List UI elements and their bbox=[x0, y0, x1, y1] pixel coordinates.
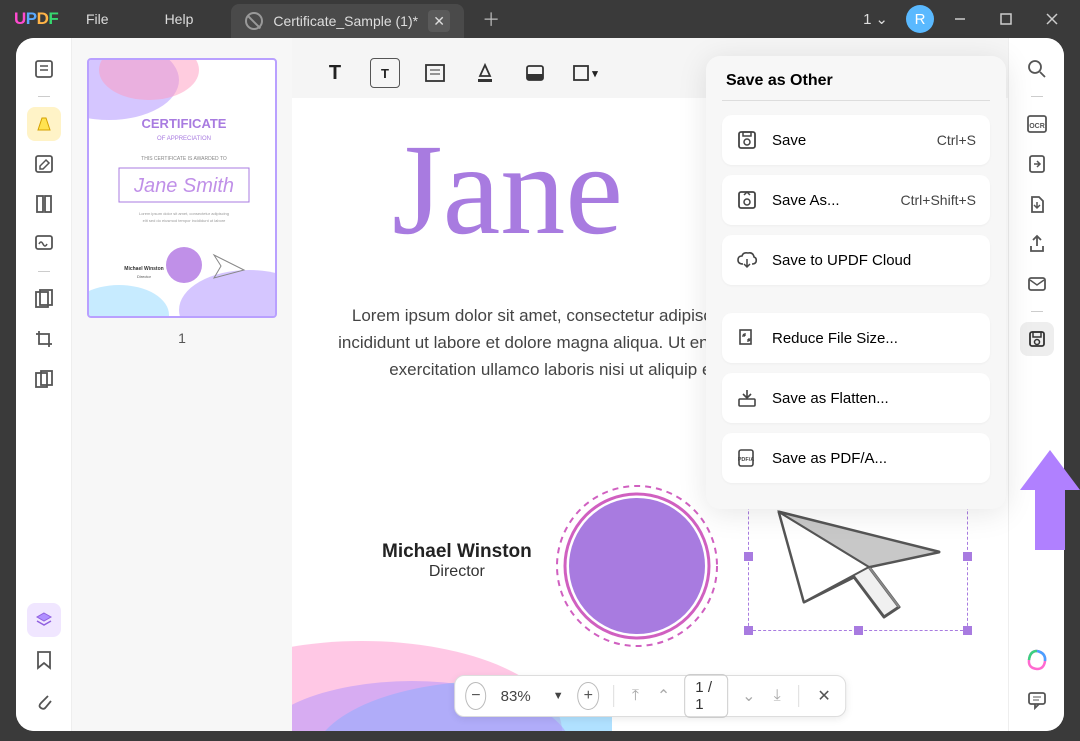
reduce-icon bbox=[736, 327, 758, 349]
svg-text:OF APPRECIATION: OF APPRECIATION bbox=[157, 136, 211, 142]
save-cloud-option[interactable]: Save to UPDF Cloud bbox=[722, 235, 990, 285]
new-tab-button[interactable]: ＋ bbox=[482, 6, 500, 32]
share-button[interactable] bbox=[1020, 227, 1054, 261]
zoom-dropdown[interactable]: 83%▼ bbox=[497, 688, 568, 705]
next-page-button[interactable]: ⌄ bbox=[738, 686, 759, 706]
save-pdfa-option[interactable]: PDF/A Save as PDF/A... bbox=[722, 433, 990, 483]
menu-help[interactable]: Help bbox=[137, 11, 222, 27]
border-tool[interactable]: ▾ bbox=[570, 58, 600, 88]
svg-text:PDF/A: PDF/A bbox=[738, 457, 755, 463]
maximize-button[interactable] bbox=[986, 0, 1026, 38]
tab-close-button[interactable]: ✕ bbox=[428, 10, 450, 32]
edit-tool[interactable] bbox=[27, 147, 61, 181]
reader-tool[interactable] bbox=[27, 52, 61, 86]
presenter-name: Michael Winston bbox=[382, 541, 532, 563]
annotation-arrow bbox=[1020, 450, 1080, 550]
svg-text:Director: Director bbox=[137, 274, 152, 279]
user-avatar[interactable]: R bbox=[906, 5, 934, 33]
email-button[interactable] bbox=[1020, 267, 1054, 301]
presenter-title: Director bbox=[382, 563, 532, 581]
attachment-panel[interactable] bbox=[27, 683, 61, 717]
save-shortcut: Ctrl+S bbox=[937, 132, 976, 148]
save-as-shortcut: Ctrl+Shift+S bbox=[901, 192, 976, 208]
svg-text:elit sed do eiusmod tempor inc: elit sed do eiusmod tempor incididunt ut… bbox=[143, 218, 226, 223]
save-as-other-panel: Save as Other Save Ctrl+S Save As... Ctr… bbox=[706, 56, 1006, 509]
export-button[interactable] bbox=[1020, 187, 1054, 221]
save-option[interactable]: Save Ctrl+S bbox=[722, 115, 990, 165]
fill-sign-tool[interactable] bbox=[27, 227, 61, 261]
highlight-color-tool[interactable] bbox=[470, 58, 500, 88]
fill-tool[interactable] bbox=[520, 58, 550, 88]
save-pdfa-label: Save as PDF/A... bbox=[772, 450, 887, 467]
edit-toolbar: T T ▾ bbox=[306, 52, 614, 94]
document-tab[interactable]: Certificate_Sample (1)* ✕ bbox=[231, 4, 464, 38]
minimize-button[interactable] bbox=[940, 0, 980, 38]
thumbnail-panel: CERTIFICATE OF APPRECIATION THIS CERTIFI… bbox=[72, 38, 292, 731]
svg-text:OCR: OCR bbox=[1029, 123, 1045, 130]
page-controls: − 83%▼ + ⤒ ⌃ 1 / 1 ⌄ ⤓ ✕ bbox=[454, 675, 846, 717]
title-bar: UPDF File Help Certificate_Sample (1)* ✕… bbox=[0, 0, 1080, 38]
text-tool[interactable]: T bbox=[320, 58, 350, 88]
prev-page-button[interactable]: ⌃ bbox=[653, 686, 674, 706]
first-page-button[interactable]: ⤒ bbox=[628, 687, 643, 705]
thumbnail-number: 1 bbox=[178, 330, 186, 346]
resize-handle[interactable] bbox=[854, 626, 863, 635]
reduce-size-label: Reduce File Size... bbox=[772, 330, 898, 347]
right-sidebar: OCR bbox=[1008, 38, 1064, 731]
svg-text:THIS CERTIFICATE IS AWARDED TO: THIS CERTIFICATE IS AWARDED TO bbox=[141, 156, 227, 162]
save-flatten-label: Save as Flatten... bbox=[772, 390, 889, 407]
save-as-other-button[interactable] bbox=[1020, 322, 1054, 356]
menu-file[interactable]: File bbox=[58, 11, 137, 27]
ocr-button[interactable]: OCR bbox=[1020, 107, 1054, 141]
left-sidebar bbox=[16, 38, 72, 731]
tab-title: Certificate_Sample (1)* bbox=[273, 13, 418, 29]
close-window-button[interactable] bbox=[1032, 0, 1072, 38]
presenter-block: Michael Winston Director bbox=[382, 541, 532, 581]
save-flatten-option[interactable]: Save as Flatten... bbox=[722, 373, 990, 423]
resize-handle[interactable] bbox=[744, 552, 753, 561]
resize-handle[interactable] bbox=[744, 626, 753, 635]
ai-assistant-button[interactable] bbox=[1020, 643, 1054, 677]
form-tool[interactable] bbox=[420, 58, 450, 88]
save-cloud-label: Save to UPDF Cloud bbox=[772, 252, 911, 269]
layers-panel[interactable] bbox=[27, 603, 61, 637]
svg-text:CERTIFICATE: CERTIFICATE bbox=[142, 116, 227, 131]
resize-handle[interactable] bbox=[963, 626, 972, 635]
tab-unsaved-icon bbox=[245, 12, 263, 30]
flatten-icon bbox=[736, 387, 758, 409]
close-controls-button[interactable]: ✕ bbox=[813, 686, 834, 706]
page-indicator[interactable]: 1 / 1 bbox=[684, 674, 728, 718]
page-tool[interactable] bbox=[27, 187, 61, 221]
reduce-size-option[interactable]: Reduce File Size... bbox=[722, 313, 990, 363]
save-as-option[interactable]: Save As... Ctrl+Shift+S bbox=[722, 175, 990, 225]
svg-text:Lorem ipsum dolor sit amet, co: Lorem ipsum dolor sit amet, consectetur … bbox=[139, 211, 229, 216]
app-logo: UPDF bbox=[0, 9, 58, 29]
bookmark-panel[interactable] bbox=[27, 643, 61, 677]
save-as-icon bbox=[736, 189, 758, 211]
cloud-icon bbox=[736, 249, 758, 271]
convert-button[interactable] bbox=[1020, 147, 1054, 181]
page-thumbnail[interactable]: CERTIFICATE OF APPRECIATION THIS CERTIFI… bbox=[87, 58, 277, 318]
save-as-label: Save As... bbox=[772, 192, 840, 209]
save-panel-title: Save as Other bbox=[722, 72, 990, 90]
crop-tool[interactable] bbox=[27, 322, 61, 356]
textbox-tool[interactable]: T bbox=[370, 58, 400, 88]
zoom-out-button[interactable]: − bbox=[465, 682, 486, 710]
open-docs-dropdown[interactable]: 1⌄ bbox=[851, 10, 900, 28]
compare-tool[interactable] bbox=[27, 362, 61, 396]
svg-text:Michael Winston: Michael Winston bbox=[124, 266, 163, 272]
pdfa-icon: PDF/A bbox=[736, 447, 758, 469]
save-icon bbox=[736, 129, 758, 151]
highlight-tool[interactable] bbox=[27, 107, 61, 141]
resize-handle[interactable] bbox=[963, 552, 972, 561]
save-option-label: Save bbox=[772, 132, 806, 149]
svg-text:Jane Smith: Jane Smith bbox=[133, 175, 234, 197]
comment-button[interactable] bbox=[1020, 683, 1054, 717]
organize-tool[interactable] bbox=[27, 282, 61, 316]
zoom-in-button[interactable]: + bbox=[578, 682, 599, 710]
last-page-button[interactable]: ⤓ bbox=[770, 687, 785, 705]
search-button[interactable] bbox=[1020, 52, 1054, 86]
